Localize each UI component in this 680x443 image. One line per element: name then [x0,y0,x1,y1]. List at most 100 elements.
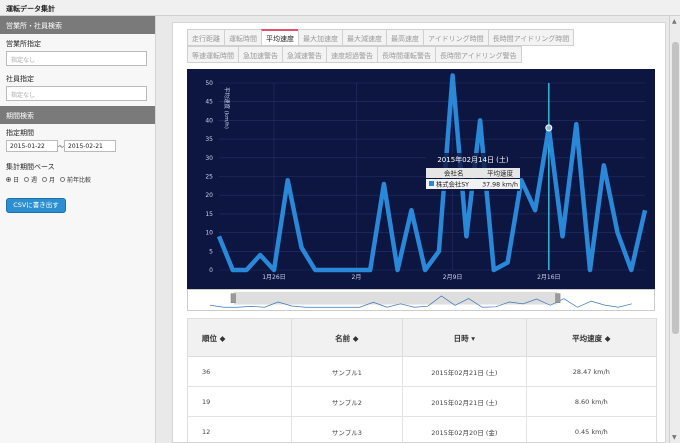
page-title: 運転データ集計 [6,5,55,13]
base-label: 集計期間ベース [6,163,55,171]
date-to-input[interactable]: 2015-02-21 [64,140,116,152]
radio-week[interactable]: 週 [24,175,37,184]
section-period-header: 期間検索 [0,106,155,124]
tooltip-swatch-icon [429,181,434,186]
radio-label: 月 [49,177,56,184]
tab-r2-0[interactable]: 等速運転時間 [187,46,238,63]
date-range: 2015-01-22 〜 2015-02-21 [6,140,155,152]
radio-yoy[interactable]: 前年比較 [60,175,91,184]
table-row[interactable]: 19 サンプル2 2015年02月21日 (土) 8.60 km/h [188,386,656,417]
rank-cell: 12 [188,416,292,443]
tab-r2-3[interactable]: 速度超過警告 [326,46,377,63]
period-label: 指定期間 [6,129,34,137]
tab-r1-5[interactable]: 最高速度 [386,29,423,46]
y-tick-label: 40 [205,117,213,124]
rank-cell: 36 [188,356,292,387]
navigator-window [233,291,558,305]
csv-export-button[interactable]: CSVに書き出す [6,198,66,213]
scroll-thumb[interactable] [672,42,679,334]
table-header: 順位 ◆ 名前 ◆ 日時 ▾ 平均速度 ◆ [188,319,656,357]
name-cell: サンプル2 [292,386,404,417]
tooltip-col1: 会社名 [444,169,464,178]
y-tick-label: 50 [205,80,213,87]
tab-r2-5[interactable]: 長時間アイドリング警告 [435,46,522,63]
scroll-up-icon[interactable]: ▲ [672,18,677,25]
tab-r1-3[interactable]: 最大加速度 [298,29,342,46]
tooltip-col2: 平均速度 [487,169,514,178]
tab-row-1: 走行距離 運転時間 平均速度 最大加速度 最大減速度 最高速度 アイドリング時間 長時間アイド… [187,29,659,46]
radio-dot-icon [60,177,66,182]
table-row[interactable]: 36 サンプル1 2015年02月21日 (土) 28.47 km/h [188,356,656,387]
x-tick-label: 2月9日 [443,274,463,281]
radio-month[interactable]: 月 [42,175,55,184]
section-office-header: 営業所・社員検索 [0,16,155,34]
metric-tabs: 走行距離 運転時間 平均速度 最大加速度 最大減速度 最高速度 アイドリング時間 長時間アイド… [187,29,659,63]
office-label: 営業所指定 [6,40,41,48]
tab-r1-7[interactable]: 長時間アイドリング時間 [487,29,575,46]
tab-r1-0[interactable]: 走行距離 [187,29,224,46]
y-axis-label: 平均速度 (km/h) [223,87,231,129]
tab-r1-4[interactable]: 最大減速度 [342,29,386,46]
sidebar: 営業所・社員検索 営業所指定 指定なし 社員指定 指定なし 期間検索 指定期間 … [0,16,156,443]
tooltip-company: 株式会社SY [436,180,469,189]
range-navigator[interactable] [187,289,655,311]
date-cell: 2015年02月21日 (土) [403,386,527,417]
tab-r1-2[interactable]: 平均速度 [261,29,298,46]
radio-label: 日 [13,177,20,184]
tab-r1-6[interactable]: アイドリング時間 [423,29,488,46]
x-tick-label: 2月16日 [537,274,560,281]
tab-row-2: 等速運転時間 急加速警告 急減速警告 速度超過警告 長時間運転警告 長時間アイドリング警告 [187,46,659,63]
office-field[interactable]: 指定なし [6,51,147,66]
y-tick-label: 45 [205,99,213,106]
tooltip-title: 2015年02月14日 (土) [437,155,509,164]
col-date-header[interactable]: 日時 ▾ [403,319,527,357]
col-speed-header[interactable]: 平均速度 ◆ [527,319,656,357]
radio-day[interactable]: 日 [6,175,19,184]
top-bar: 運転データ集計 [0,0,680,16]
tab-r2-2[interactable]: 急減速警告 [282,46,326,63]
radio-label: 週 [31,177,38,184]
name-cell: サンプル3 [292,416,404,443]
y-tick-label: 20 [205,192,213,199]
main-panel: 走行距離 運転時間 平均速度 最大加速度 最大減速度 最高速度 アイドリング時間 長時間アイド… [172,22,666,443]
y-tick-label: 5 [209,248,213,255]
scroll-down-icon[interactable]: ▼ [672,434,677,441]
col-rank-header[interactable]: 順位 ◆ [188,319,292,357]
rank-cell: 19 [188,386,292,417]
x-tick-label: 1月26日 [262,274,285,281]
highlight-point [545,124,553,132]
navigator-left-handle [230,293,236,303]
tab-r1-1[interactable]: 運転時間 [224,29,261,46]
y-tick-label: 0 [209,267,213,274]
employee-label: 社員指定 [6,75,34,83]
table-row[interactable]: 12 サンプル3 2015年02月20日 (金) 0.45 km/h [188,416,656,443]
tab-r2-4[interactable]: 長時間運転警告 [377,46,435,63]
y-tick-label: 35 [205,136,213,143]
col-name-header[interactable]: 名前 ◆ [292,319,404,357]
speed-line-chart[interactable]: 0 5 10 15 20 25 30 35 40 45 50 1月26日 2月 2月9日 2月16日 平均速度… [187,69,655,291]
y-tick-label: 10 [205,230,213,237]
y-tick-label: 15 [205,211,213,218]
x-tick-label: 2月 [352,274,362,281]
y-tick-label: 30 [205,155,213,162]
chart-tooltip: 2015年02月14日 (土) 会社名 平均速度株式会社SY 37.98 km/h [426,153,520,191]
tooltip-value: 37.98 km/h [482,182,518,189]
speed-cell: 0.45 km/h [574,427,608,436]
employee-field[interactable]: 指定なし [6,86,147,101]
table-body: 36 サンプル1 2015年02月21日 (土) 28.47 km/h 19 サンプル2 2… [188,356,656,443]
radio-label: 前年比較 [67,177,92,184]
speed-cell: 28.47 km/h [572,367,610,376]
navigator-right-handle [555,293,561,303]
speed-cell: 8.60 km/h [574,397,608,406]
ranking-table: 順位 ◆ 名前 ◆ 日時 ▾ 平均速度 ◆ 36 サンプル1 2015年02月21日… [187,318,657,443]
radio-dot-icon [42,177,48,182]
date-cell: 2015年02月21日 (土) [403,356,527,387]
page-scrollbar[interactable]: ▲ ▼ [669,16,680,443]
y-tick-label: 25 [205,174,213,181]
name-cell: サンプル1 [292,356,404,387]
radio-dot-icon [6,177,11,182]
tab-r2-1[interactable]: 急加速警告 [238,46,282,63]
date-from-input[interactable]: 2015-01-22 [6,140,58,152]
radio-dot-icon [24,177,30,182]
date-cell: 2015年02月20日 (金) [403,416,527,443]
